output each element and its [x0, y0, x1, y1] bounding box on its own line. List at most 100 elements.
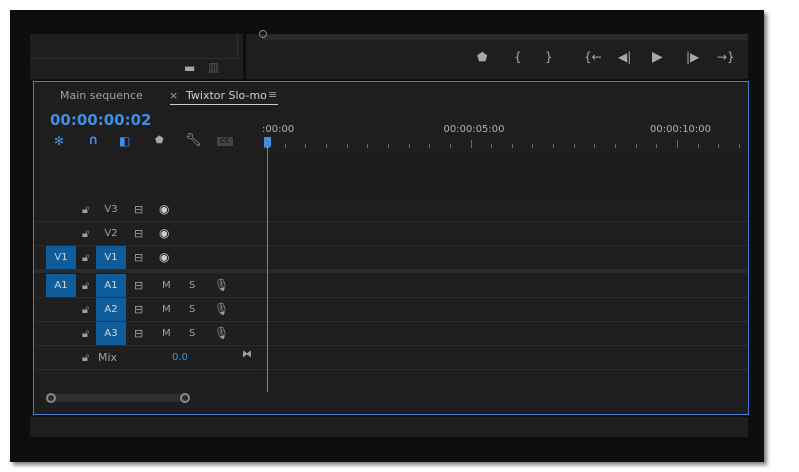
- snap-icon[interactable]: ✻: [54, 134, 64, 148]
- ruler-tick: [656, 144, 658, 148]
- ruler-tick: [408, 144, 410, 148]
- eye-icon[interactable]: ◉: [159, 222, 169, 245]
- scrub-handle[interactable]: [259, 30, 267, 38]
- captions-icon[interactable]: CC: [217, 137, 233, 146]
- track-area-top: [262, 153, 748, 197]
- magnet-icon[interactable]: ∩: [88, 133, 99, 148]
- mix-header: 🔓︎ Mix 0.0 ⧓: [34, 346, 262, 369]
- lock-icon[interactable]: 🔓︎: [82, 246, 89, 269]
- close-icon[interactable]: ×: [169, 89, 178, 102]
- bottom-bar: [30, 417, 748, 437]
- track-target-button[interactable]: A2: [96, 298, 126, 321]
- play-icon[interactable]: ▶: [652, 49, 663, 65]
- tab-twixtor-slo-mo[interactable]: Twixtor Slo-mo: [186, 89, 267, 102]
- track-header: A1 🔓︎ A1 ⊟ M S 🎙︎: [34, 274, 262, 297]
- track-target-button[interactable]: A1: [96, 274, 126, 297]
- ruler-tick: [387, 144, 389, 148]
- marker-icon[interactable]: ⬟: [155, 135, 164, 146]
- eye-icon[interactable]: ◉: [159, 246, 169, 269]
- ruler-tick: [677, 140, 678, 148]
- tab-main-sequence[interactable]: Main sequence: [60, 89, 143, 102]
- ruler-tick: [697, 144, 699, 148]
- lock-icon[interactable]: 🔓︎: [82, 274, 89, 297]
- ruler-tick: [346, 144, 348, 148]
- track-divider[interactable]: [34, 270, 748, 273]
- lock-icon[interactable]: 🔓︎: [82, 222, 89, 245]
- step-back-icon[interactable]: ◀|: [618, 50, 631, 64]
- bowtie-icon[interactable]: ⧓: [242, 343, 252, 366]
- track-header: 🔓︎ A2 ⊟ M S 🎙︎: [34, 298, 262, 321]
- playhead-handle[interactable]: [263, 137, 271, 148]
- ruler-label: 00:00:05:00: [443, 124, 505, 135]
- source-patch-button[interactable]: V1: [46, 246, 76, 269]
- ruler-tick: [718, 144, 720, 148]
- ruler-tick: [738, 144, 740, 148]
- trash-icon[interactable]: ▥: [208, 60, 219, 74]
- track-target-button[interactable]: V1: [96, 246, 126, 269]
- mark-out-icon[interactable]: }: [545, 50, 553, 64]
- go-to-out-icon[interactable]: →}: [717, 50, 735, 64]
- ruler-tick: [429, 144, 431, 148]
- track-header: 🔓︎ V3 ⊟ ◉: [34, 198, 262, 221]
- active-tab-underline: [170, 104, 278, 105]
- eye-icon[interactable]: ◉: [159, 198, 169, 221]
- sync-lock-icon[interactable]: ⊟: [134, 222, 143, 245]
- mix-value[interactable]: 0.0: [172, 346, 188, 369]
- ruler-tick: [511, 144, 513, 148]
- microphone-icon[interactable]: 🎙︎: [214, 322, 229, 345]
- playhead[interactable]: [266, 137, 268, 392]
- lock-icon[interactable]: 🔓︎: [82, 198, 89, 221]
- time-ruler[interactable]: :00:00 00:00:05:00 00:00:10:00: [262, 120, 748, 153]
- ruler-tick: [491, 144, 493, 148]
- ruler-label: 00:00:10:00: [650, 124, 712, 135]
- program-monitor: [246, 34, 748, 79]
- track-target-button[interactable]: V2: [96, 222, 126, 245]
- timecode-display[interactable]: 00:00:00:02: [50, 111, 152, 129]
- microphone-icon[interactable]: 🎙︎: [214, 298, 229, 321]
- sync-lock-icon[interactable]: ⊟: [134, 298, 143, 321]
- ruler-tick: [615, 144, 617, 148]
- solo-button[interactable]: S: [189, 298, 195, 321]
- project-list: [30, 34, 238, 59]
- scroll-handle-right[interactable]: [180, 393, 190, 403]
- ruler-tick: [367, 144, 369, 148]
- timeline-footer: [34, 370, 748, 413]
- track-header: V1 🔓︎ V1 ⊟ ◉: [34, 246, 262, 269]
- sync-lock-icon[interactable]: ⊟: [134, 274, 143, 297]
- ruler-tick: [594, 144, 596, 148]
- ruler-tick: [305, 144, 307, 148]
- sync-lock-icon[interactable]: ⊟: [134, 322, 143, 345]
- mute-button[interactable]: M: [162, 274, 171, 297]
- go-to-in-icon[interactable]: {←: [584, 50, 602, 64]
- lock-icon[interactable]: 🔓︎: [82, 298, 89, 321]
- ruler-tick: [449, 144, 451, 148]
- solo-button[interactable]: S: [189, 322, 195, 345]
- mark-in-icon[interactable]: {: [514, 50, 522, 64]
- step-forward-icon[interactable]: |▶: [686, 50, 699, 64]
- sync-lock-icon[interactable]: ⊟: [134, 198, 143, 221]
- wrench-icon[interactable]: 🔧︎: [185, 133, 202, 148]
- linked-selection-icon[interactable]: ◧: [119, 134, 130, 148]
- lock-icon[interactable]: 🔓︎: [82, 346, 89, 369]
- sync-lock-icon[interactable]: ⊟: [134, 246, 143, 269]
- track-target-button[interactable]: V3: [96, 198, 126, 221]
- solo-button[interactable]: S: [189, 274, 195, 297]
- mute-button[interactable]: M: [162, 322, 171, 345]
- zoom-scrollbar[interactable]: [46, 394, 186, 402]
- ruler-tick: [573, 144, 575, 148]
- panel-menu-icon[interactable]: ≡: [268, 88, 277, 101]
- source-patch-button[interactable]: A1: [46, 274, 76, 297]
- marker-icon[interactable]: ⬟: [477, 50, 487, 64]
- scroll-handle-left[interactable]: [46, 393, 56, 403]
- ruler-tick: [553, 144, 555, 148]
- microphone-icon[interactable]: 🎙︎: [214, 274, 229, 297]
- track-target-button[interactable]: A3: [96, 322, 126, 345]
- ruler-tick: [284, 144, 286, 148]
- folder-icon[interactable]: ▬: [184, 61, 195, 75]
- mix-label: Mix: [98, 351, 118, 364]
- ruler-label: :00:00: [262, 124, 295, 135]
- ruler-tick: [470, 140, 472, 148]
- lock-icon[interactable]: 🔓︎: [82, 322, 89, 345]
- mute-button[interactable]: M: [162, 298, 171, 321]
- monitor-scrub-bar[interactable]: [262, 34, 748, 40]
